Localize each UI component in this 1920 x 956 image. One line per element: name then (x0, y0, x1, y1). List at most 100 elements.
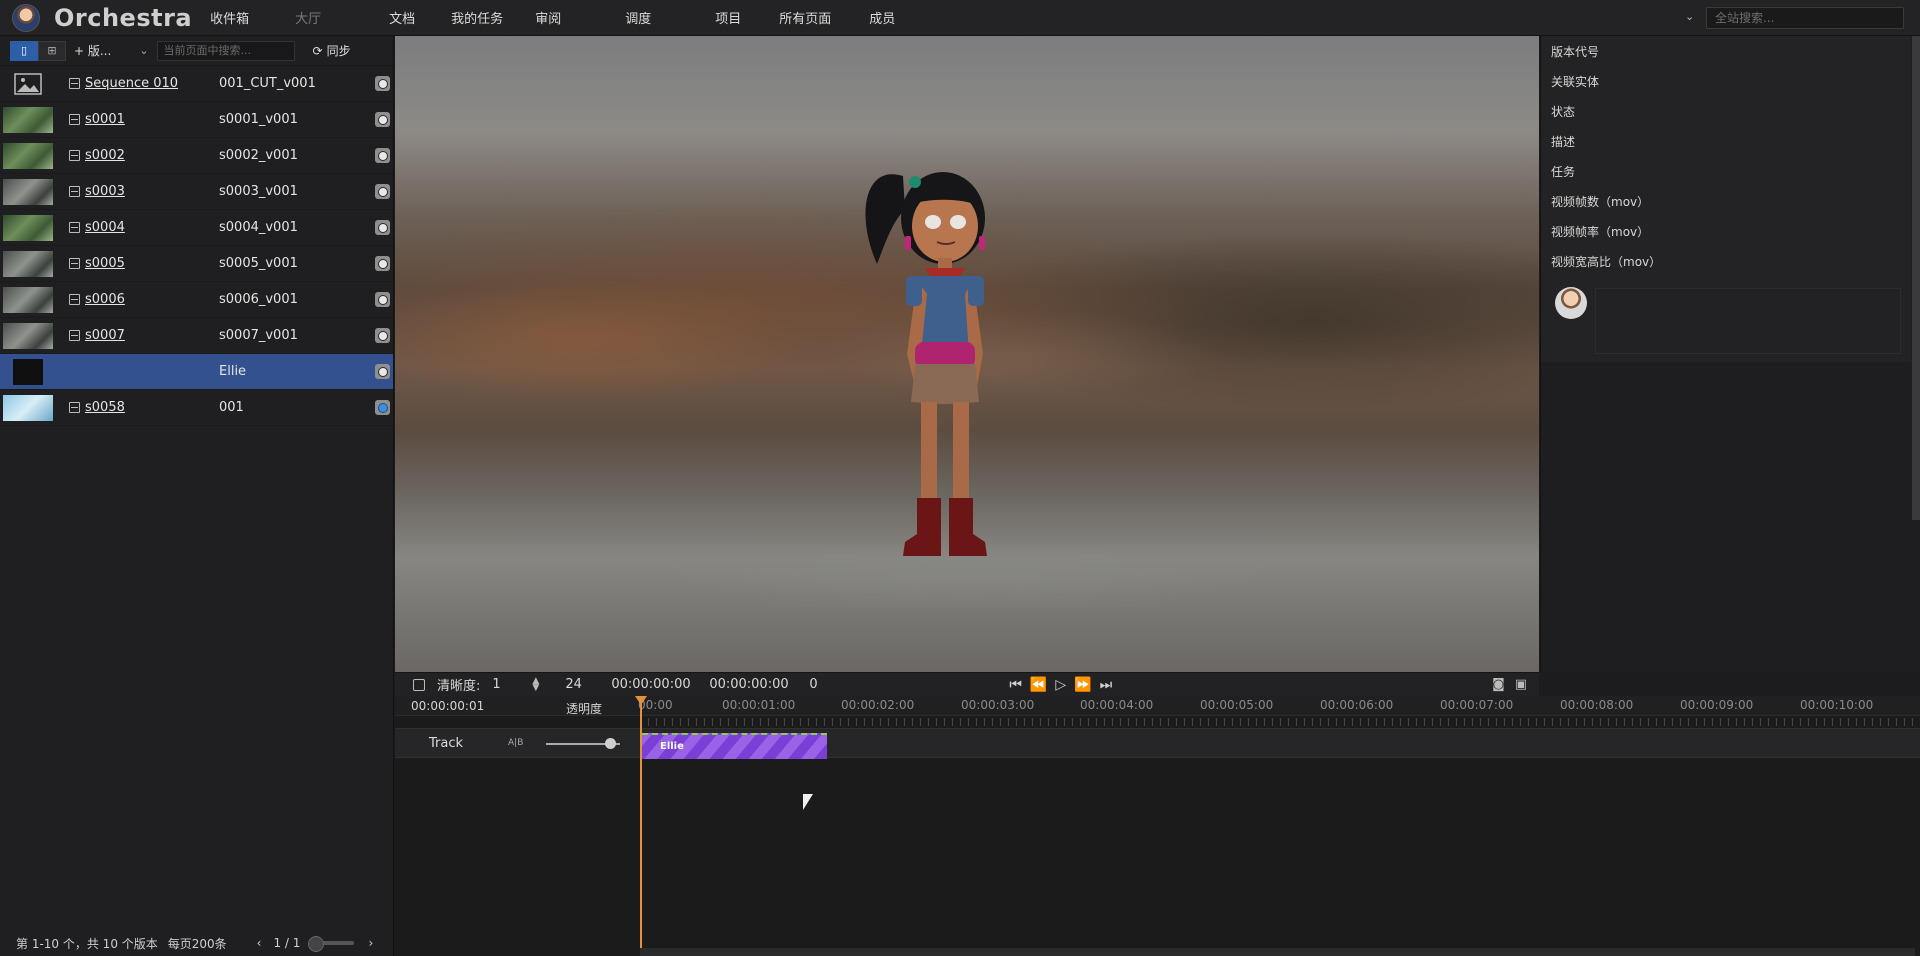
details-scrollbar[interactable] (1912, 36, 1920, 520)
list-toolbar: ▯ ⊞ + 版... ⌄ ⟳ 同步 (0, 36, 393, 66)
status-icon[interactable] (375, 256, 390, 271)
duration-timecode: 00:00:00:00 (709, 677, 789, 692)
grid-view-icon[interactable]: ⊞ (38, 40, 66, 61)
table-row[interactable]: s0001 s0001_v001 (0, 102, 393, 138)
zoom-slider[interactable] (308, 936, 355, 952)
nav-projects[interactable]: 项目 (703, 8, 753, 27)
entity-link[interactable]: s0006 (85, 292, 125, 307)
skip-to-end-icon[interactable]: ⏭ (1100, 677, 1113, 693)
chevron-down-icon[interactable]: ⌄ (1685, 10, 1694, 23)
shot-icon (69, 330, 80, 341)
details-panel: 版本代号 关联实体 状态 描述 任务 视频帧数（mov） 视频帧率（mov） 视… (1540, 36, 1920, 672)
status-icon[interactable] (375, 220, 390, 235)
image-compare-icon[interactable]: ▣ (1515, 677, 1527, 692)
entity-link[interactable]: s0002 (85, 148, 125, 163)
ruler-ticks[interactable] (640, 718, 1920, 726)
info-icon[interactable] (413, 678, 425, 691)
table-row[interactable]: s0006 s0006_v001 (0, 282, 393, 318)
ruler-label: 00:00:07:00 (1440, 698, 1514, 712)
version-name: s0006_v001 (219, 292, 298, 307)
audio-toggle-icon[interactable]: A|B (508, 738, 523, 748)
list-view-icon[interactable]: ▯ (10, 40, 38, 61)
play-icon[interactable]: ▷ (1055, 677, 1066, 693)
mouse-cursor-icon (803, 794, 813, 810)
nav-docs[interactable]: 文档 (377, 8, 427, 27)
field-status: 状态 (1551, 105, 1576, 119)
shot-icon (69, 114, 80, 125)
shot-icon (69, 402, 80, 413)
entity-link[interactable]: s0058 (85, 400, 125, 415)
timeline-header: 00:00:00:01 透明度 00:00 00:00:01:00 00:00:… (395, 696, 1920, 716)
version-name: s0005_v001 (219, 256, 298, 271)
per-page-select[interactable]: 每页200条 (168, 935, 227, 952)
version-name: 001 (219, 400, 244, 415)
entity-link[interactable]: Sequence 010 (85, 76, 178, 91)
shot-icon (69, 258, 80, 269)
status-icon[interactable] (375, 148, 390, 163)
version-name: s0001_v001 (219, 112, 298, 127)
table-row[interactable]: s0004 s0004_v001 (0, 210, 393, 246)
sync-button[interactable]: ⟳ 同步 (313, 42, 351, 59)
nav-all-pages[interactable]: 所有页面 (767, 8, 843, 27)
nav-my-tasks[interactable]: 我的任务 (439, 8, 515, 27)
page-search-input[interactable] (157, 41, 294, 60)
status-icon[interactable] (375, 292, 390, 307)
table-row[interactable]: s0005 s0005_v001 (0, 246, 393, 282)
user-avatar[interactable] (12, 3, 40, 32)
version-name: Ellie (219, 364, 247, 379)
entity-link[interactable]: s0001 (85, 112, 125, 127)
global-search-input[interactable] (1707, 11, 1903, 25)
fast-forward-icon[interactable]: ⏩ (1074, 677, 1091, 693)
top-bar: Orchestra 收件箱 大厅 文档 我的任务 审阅 调度 项目 所有页面 成… (0, 0, 1920, 36)
table-row[interactable]: Sequence 010 001_CUT_v001 (0, 66, 393, 102)
transport-controls: ⏮ ⏪ ▷ ⏩ ⏭ (1009, 677, 1112, 693)
nav-schedule[interactable]: 调度 (613, 8, 663, 27)
table-row[interactable]: s0058 001 (0, 390, 393, 426)
status-icon[interactable] (375, 112, 390, 127)
thumbnail (3, 323, 53, 349)
nav-review[interactable]: 审阅 (523, 8, 573, 27)
opacity-label: 透明度 (566, 702, 603, 716)
playhead[interactable] (640, 696, 642, 956)
thumbnail (3, 107, 53, 133)
status-icon[interactable] (375, 364, 390, 379)
timeline-clip[interactable]: Ellie (642, 733, 827, 759)
pagination-summary: 第 1-10 个，共 10 个版本 (16, 936, 158, 951)
chevron-left-icon[interactable]: ‹ (257, 936, 262, 950)
table-row[interactable]: s0003 s0003_v001 (0, 174, 393, 210)
table-row-selected[interactable]: Ellie (0, 354, 393, 390)
quality-value[interactable]: 1 (492, 677, 532, 692)
frame-number: 0 (809, 677, 818, 692)
nav-lobby[interactable]: 大厅 (283, 8, 333, 27)
status-icon[interactable] (375, 184, 390, 199)
chevron-down-icon[interactable]: ⌄ (139, 44, 148, 57)
quality-stepper[interactable]: ▲ ▼ (532, 676, 539, 692)
status-icon[interactable] (375, 328, 390, 343)
table-row[interactable]: s0002 s0002_v001 (0, 138, 393, 174)
nav-inbox[interactable]: 收件箱 (198, 8, 261, 27)
media-viewer[interactable] (395, 36, 1539, 672)
viewer-tools: ◙ ▣ (1492, 677, 1527, 692)
table-row[interactable]: s0007 s0007_v001 (0, 318, 393, 354)
image-placeholder-icon (3, 71, 53, 97)
entity-link[interactable]: s0003 (85, 184, 125, 199)
opacity-slider-knob[interactable] (605, 738, 617, 749)
skip-to-start-icon[interactable]: ⏮ (1009, 677, 1022, 693)
rewind-icon[interactable]: ⏪ (1030, 677, 1047, 693)
status-icon[interactable] (375, 76, 390, 91)
status-icon[interactable] (375, 400, 390, 415)
add-version-button[interactable]: + 版... (74, 42, 111, 59)
entity-link[interactable]: s0005 (85, 256, 125, 271)
chevron-right-icon[interactable]: › (368, 936, 373, 950)
comment-input[interactable] (1595, 288, 1901, 354)
version-name: s0004_v001 (219, 220, 298, 235)
entity-link[interactable]: s0004 (85, 220, 125, 235)
timeline-scrollbar[interactable] (640, 948, 1915, 956)
nav-members[interactable]: 成员 (857, 8, 907, 27)
thumbnail (3, 251, 53, 277)
camera-icon[interactable]: ◙ (1492, 677, 1505, 692)
shot-icon (69, 294, 80, 305)
entity-link[interactable]: s0007 (85, 328, 125, 343)
playhead-handle[interactable] (635, 696, 647, 705)
page-indicator: 1 / 1 (273, 936, 301, 950)
